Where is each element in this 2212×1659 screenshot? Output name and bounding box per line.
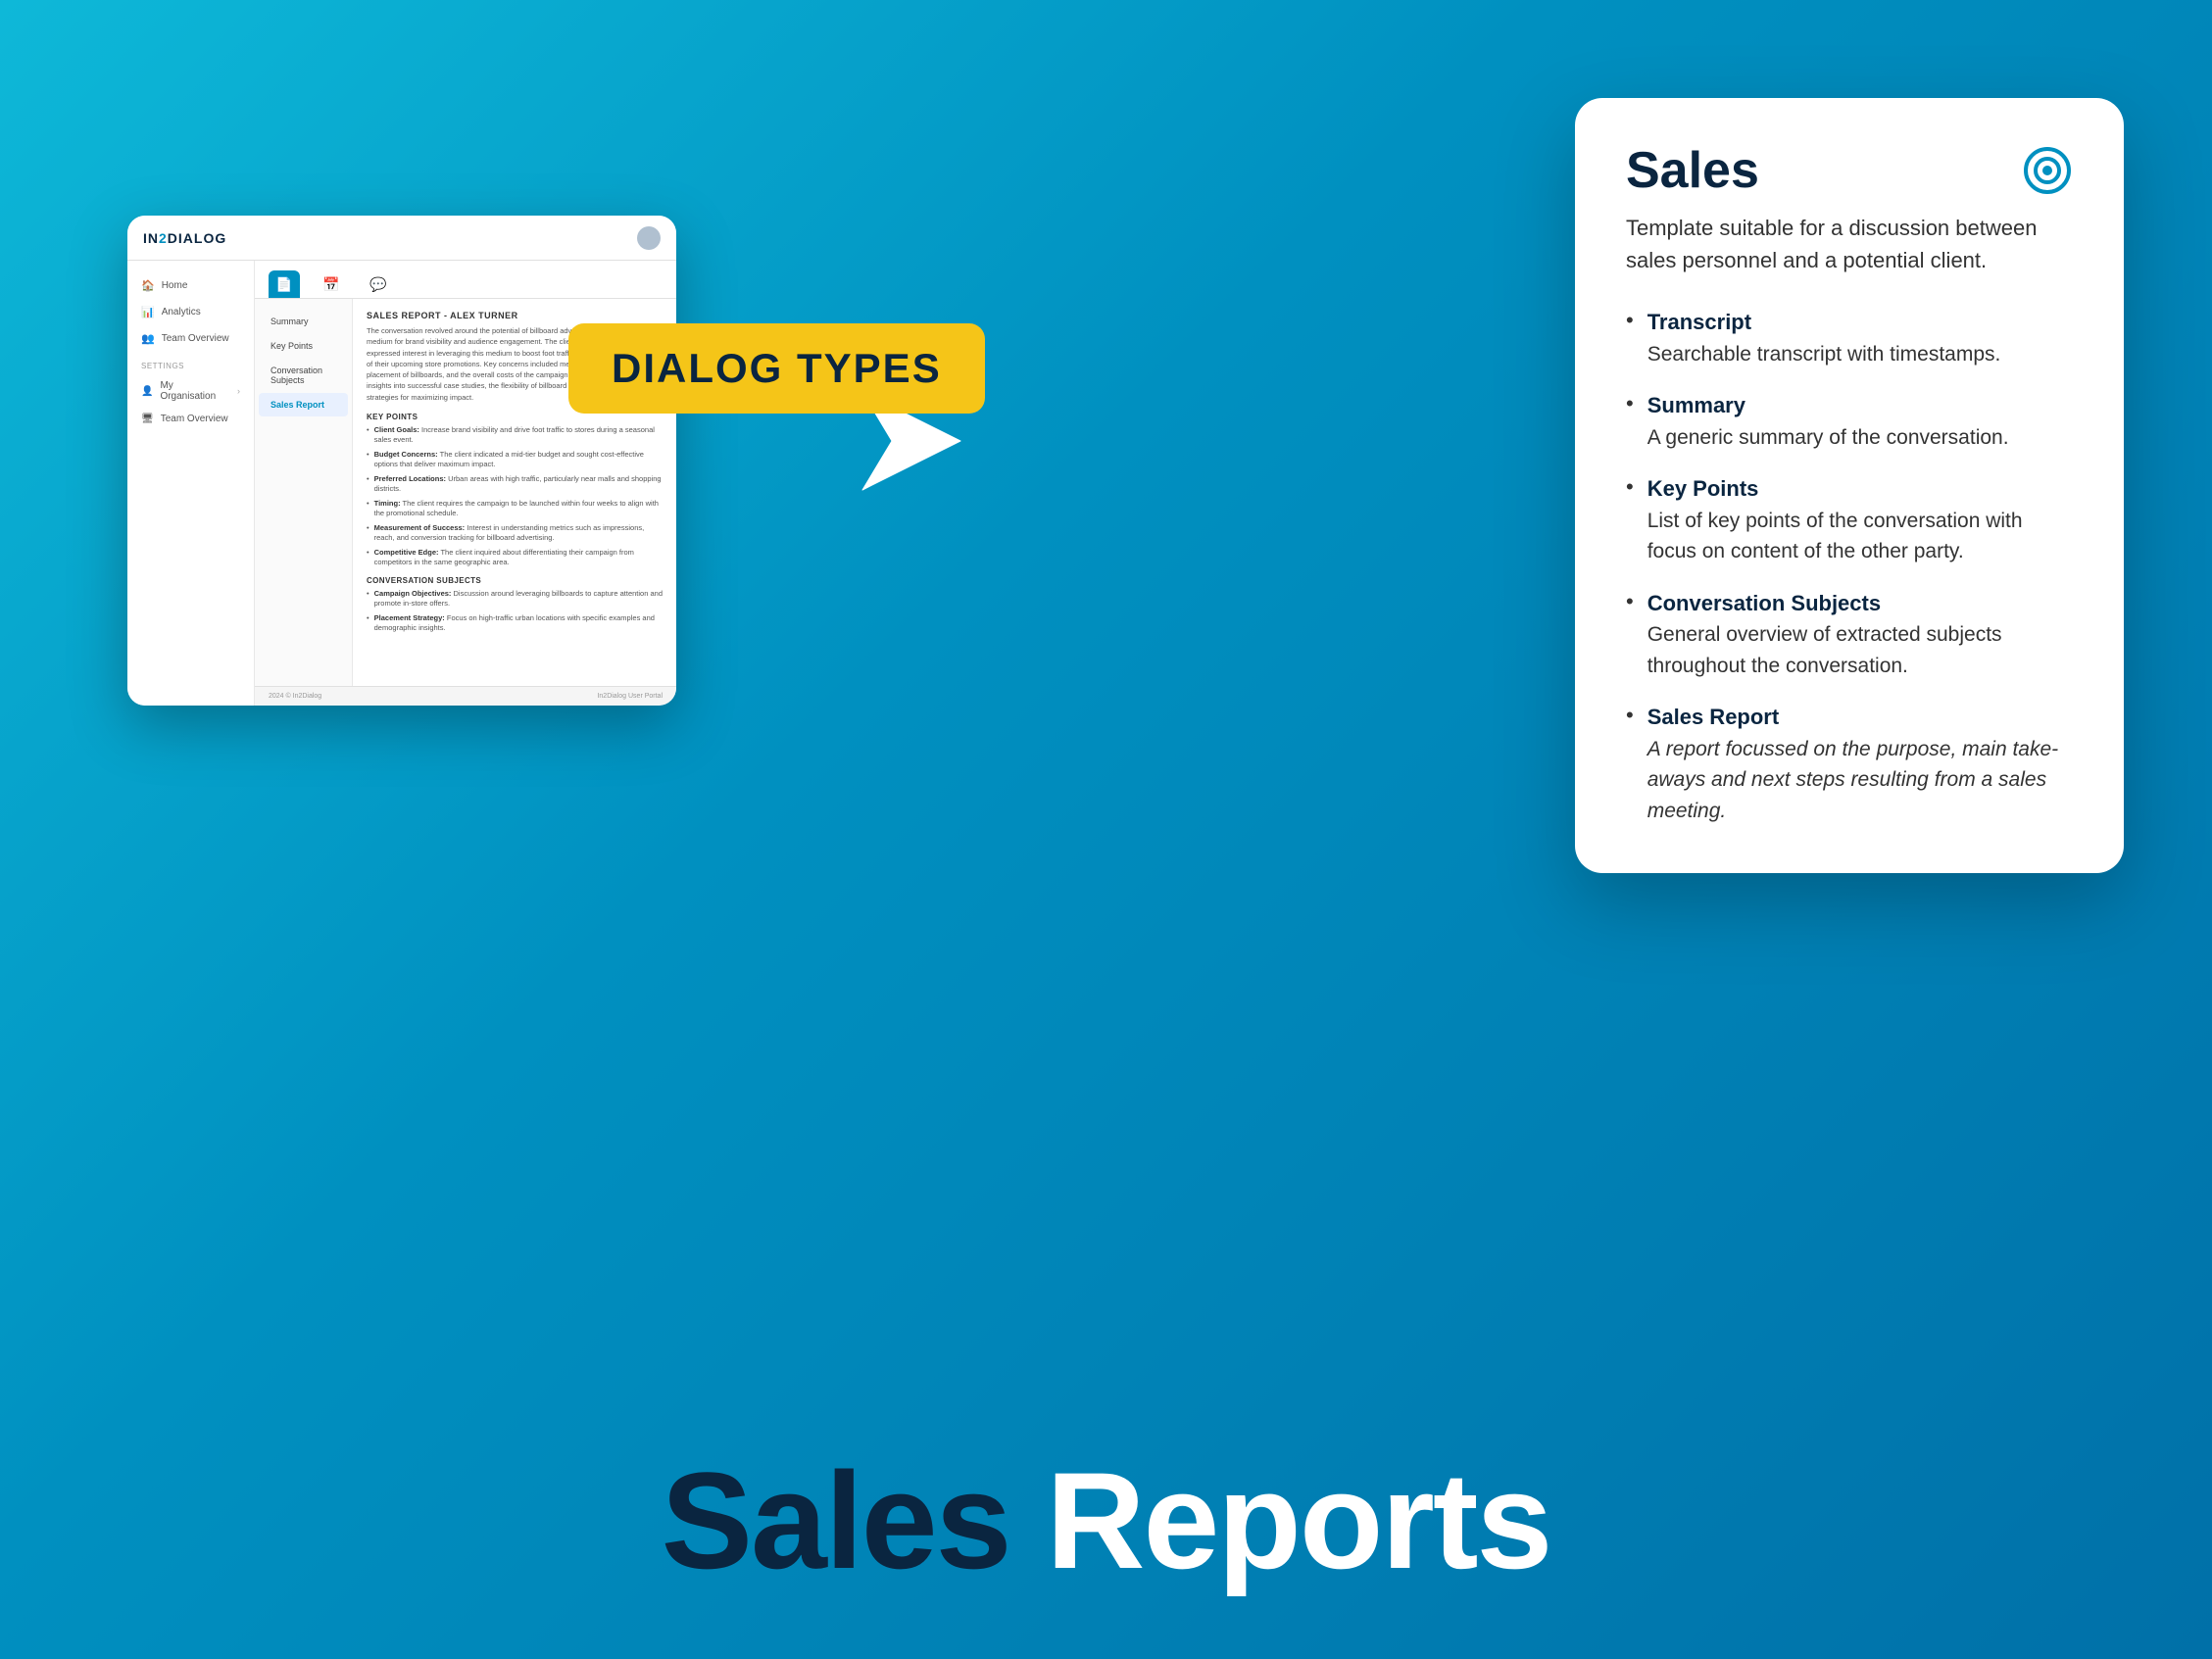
feature-conv-subjects: • Conversation Subjects General overview… — [1626, 587, 2073, 682]
analytics-icon: 📊 — [141, 306, 155, 318]
sidebar-item-analytics[interactable]: 📊 Analytics — [127, 299, 254, 325]
feature-key-points-text: Key Points List of key points of the con… — [1647, 472, 2073, 567]
report-title: SALES REPORT - ALEX TURNER — [367, 311, 663, 320]
info-card-description: Template suitable for a discussion betwe… — [1626, 212, 2073, 276]
app-logo: IN2DIALOG — [143, 230, 226, 246]
app-topbar: IN2DIALOG — [127, 216, 676, 261]
bullet-icon: • — [1626, 308, 1634, 333]
sidebar-item-analytics-label: Analytics — [162, 307, 201, 317]
dialog-types-badge: DIALOG TYPES — [568, 323, 985, 414]
sidebar-item-my-org[interactable]: 👤 My Organisation › — [127, 374, 254, 408]
app-footer: 2024 © In2Dialog In2Dialog User Portal — [255, 686, 676, 706]
app-tabs: 📄 📅 💬 — [255, 261, 676, 299]
conv-subjects-heading: CONVERSATION SUBJECTS — [367, 576, 663, 585]
key-points-heading: KEY POINTS — [367, 413, 663, 421]
conv-subject-2: Placement Strategy: Focus on high-traffi… — [367, 613, 663, 634]
sidebar-item-org-label: My Organisation — [160, 380, 230, 402]
bottom-title: Sales Reports — [662, 1441, 1551, 1600]
tab-chat[interactable]: 💬 — [363, 270, 394, 298]
avatar — [637, 226, 661, 250]
key-point-2: Budget Concerns: The client indicated a … — [367, 450, 663, 470]
sidebar-item-team-settings-label: Team Overview — [161, 414, 228, 424]
sidebar-item-team-overview-settings[interactable]: 🖥 Team Overview — [127, 408, 254, 430]
bullet-icon: • — [1626, 391, 1634, 416]
content-nav-conversation-subjects[interactable]: Conversation Subjects — [259, 359, 348, 392]
content-nav-summary[interactable]: Summary — [259, 310, 348, 333]
bottom-title-dark: Sales — [662, 1443, 1010, 1597]
sidebar-item-team-overview[interactable]: 👥 Team Overview — [127, 325, 254, 352]
feature-summary-text: Summary A generic summary of the convers… — [1647, 389, 2009, 453]
key-point-6: Competitive Edge: The client inquired ab… — [367, 548, 663, 568]
feature-summary: • Summary A generic summary of the conve… — [1626, 389, 2073, 453]
feature-conv-subjects-text: Conversation Subjects General overview o… — [1647, 587, 2073, 682]
content-nav: Summary Key Points Conversation Subjects… — [255, 299, 353, 686]
app-sidebar: 🏠 Home 📊 Analytics 👥 Team Overview SETTI… — [127, 261, 255, 706]
footer-right: In2Dialog User Portal — [597, 693, 663, 700]
footer-left: 2024 © In2Dialog — [269, 693, 321, 700]
content-nav-sales-report[interactable]: Sales Report — [259, 393, 348, 416]
feature-key-points: • Key Points List of key points of the c… — [1626, 472, 2073, 567]
feature-sales-report: • Sales Report A report focussed on the … — [1626, 701, 2073, 826]
home-icon: 🏠 — [141, 279, 155, 292]
feature-transcript: • Transcript Searchable transcript with … — [1626, 306, 2073, 369]
app-screenshot-card: IN2DIALOG 🏠 Home 📊 Analytics 👥 Team Over… — [127, 216, 676, 706]
sidebar-item-team-label: Team Overview — [162, 333, 229, 344]
info-card-header: Sales — [1626, 145, 2073, 196]
feature-sales-report-text: Sales Report A report focussed on the pu… — [1647, 701, 2073, 826]
org-icon: 👤 — [141, 386, 153, 397]
key-point-1: Client Goals: Increase brand visibility … — [367, 425, 663, 446]
bullet-icon: • — [1626, 589, 1634, 614]
content-nav-key-points[interactable]: Key Points — [259, 334, 348, 358]
sidebar-item-home[interactable]: 🏠 Home — [127, 272, 254, 299]
tab-calendar[interactable]: 📅 — [316, 270, 347, 298]
conv-subject-1: Campaign Objectives: Discussion around l… — [367, 589, 663, 610]
info-card-title: Sales — [1626, 145, 1759, 196]
target-icon — [2022, 145, 2073, 196]
info-card: Sales Template suitable for a discussion… — [1575, 98, 2124, 873]
team-settings-icon: 🖥 — [141, 414, 154, 424]
bullet-icon: • — [1626, 703, 1634, 728]
bottom-title-light: Reports — [1046, 1443, 1550, 1597]
tab-document[interactable]: 📄 — [269, 270, 300, 298]
team-icon: 👥 — [141, 332, 155, 345]
bullet-icon: • — [1626, 474, 1634, 500]
feature-list: • Transcript Searchable transcript with … — [1626, 306, 2073, 826]
key-point-4: Timing: The client requires the campaign… — [367, 499, 663, 519]
key-point-3: Preferred Locations: Urban areas with hi… — [367, 474, 663, 495]
sidebar-item-home-label: Home — [162, 280, 188, 291]
settings-section-label: SETTINGS — [127, 352, 254, 374]
key-point-5: Measurement of Success: Interest in unde… — [367, 523, 663, 544]
feature-transcript-text: Transcript Searchable transcript with ti… — [1647, 306, 2001, 369]
